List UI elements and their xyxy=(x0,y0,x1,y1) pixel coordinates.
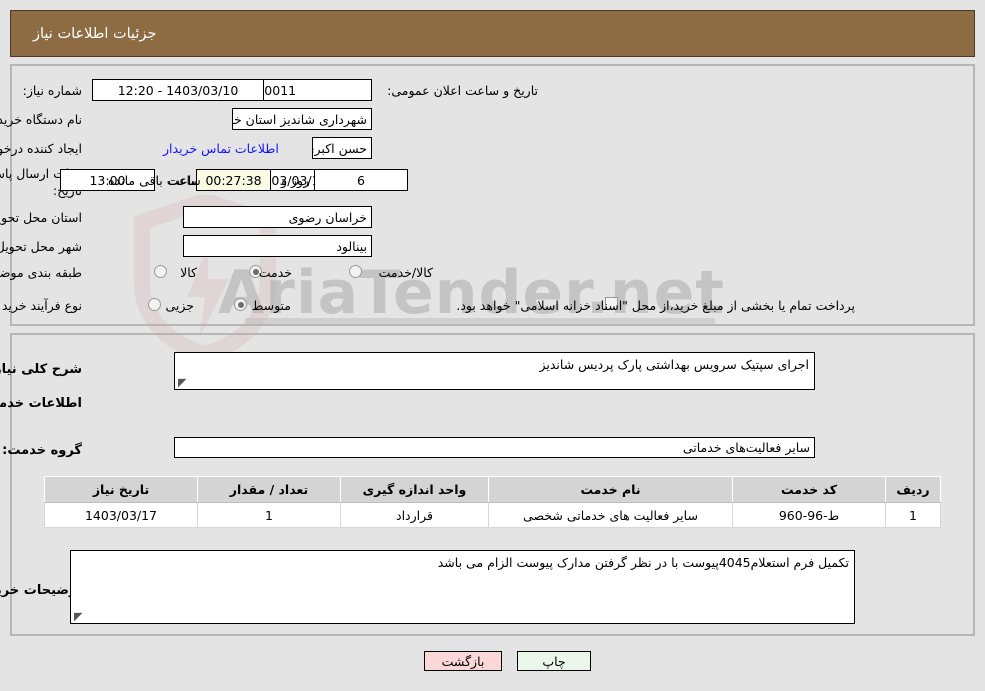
cell-qty: 1 xyxy=(197,502,341,528)
requester-value: حسن اکبری کاربرداز شهرداری شاندیز استان … xyxy=(312,137,372,159)
treasury-bond-text: پرداخت تمام یا بخشی از مبلغ خرید،از محل … xyxy=(456,298,855,313)
cell-code: ط-96-960 xyxy=(732,502,886,528)
category-label: طبقه بندی موضوعی: xyxy=(0,265,82,280)
resize-grip-icon[interactable]: ◥ xyxy=(178,376,188,389)
table-header-row: ردیف کد خدمت نام خدمت واحد اندازه گیری ت… xyxy=(44,476,941,503)
service-group-value: سایر فعالیت‌های خدماتی xyxy=(174,437,815,458)
cell-date: 1403/03/17 xyxy=(44,502,198,528)
page-root: جزئیات اطلاعات نیاز AriaTender.net شماره… xyxy=(0,0,985,691)
need-number-label: شماره نیاز: xyxy=(22,83,82,98)
days-label: روز و xyxy=(281,173,310,188)
general-desc-value: اجرای سپتیک سرویس بهداشتی پارک پردیس شان… xyxy=(539,357,809,372)
cell-unit: قرارداد xyxy=(340,502,489,528)
radio-category-kala[interactable] xyxy=(154,265,167,278)
radio-category-khedmat-label: خدمت xyxy=(258,265,292,280)
radio-category-kala-khedmat-label: کالا/خدمت xyxy=(378,265,433,280)
radio-category-kala-label: کالا xyxy=(180,265,197,280)
buyer-org-label: نام دستگاه خریدار: xyxy=(0,112,82,127)
countdown-timer: 00:27:38 xyxy=(196,169,271,191)
print-button[interactable]: چاپ xyxy=(517,651,591,671)
services-info-heading: اطلاعات خدمات مورد نیاز xyxy=(0,396,82,411)
cell-row: 1 xyxy=(885,502,941,528)
days-value: 6 xyxy=(314,169,408,191)
table-col-qty: تعداد / مقدار xyxy=(197,476,341,503)
page-header: جزئیات اطلاعات نیاز xyxy=(10,10,975,57)
back-button[interactable]: بازگشت xyxy=(424,651,502,671)
buyer-notes-value: تکمیل فرم استعلام4045پیوست با در نظر گرف… xyxy=(437,555,849,570)
buyer-org-value: شهرداری شاندیز استان خراسان رضوی xyxy=(232,108,372,130)
province-label: استان محل تحویل: xyxy=(0,210,82,225)
process-label: نوع فرآیند خرید : xyxy=(0,298,82,313)
radio-category-kala-khedmat[interactable] xyxy=(349,265,362,278)
table-col-code: کد خدمت xyxy=(732,476,886,503)
general-desc-label: شرح کلی نیاز: xyxy=(0,362,82,377)
service-group-label: گروه خدمت: xyxy=(2,443,82,458)
buyer-notes-textarea[interactable]: تکمیل فرم استعلام4045پیوست با در نظر گرف… xyxy=(70,550,855,624)
city-value: بینالود xyxy=(183,235,372,257)
general-desc-textarea[interactable]: اجرای سپتیک سرویس بهداشتی پارک پردیس شان… xyxy=(174,352,815,390)
remaining-hours-label: ساعت باقی مانده xyxy=(108,173,201,188)
table-col-row: ردیف xyxy=(885,476,941,503)
need-summary-panel xyxy=(10,64,975,326)
services-table: ردیف کد خدمت نام خدمت واحد اندازه گیری ت… xyxy=(44,476,941,528)
buyer-contact-link[interactable]: اطلاعات تماس خریدار xyxy=(163,141,279,156)
requester-label: ایجاد کننده درخواست: xyxy=(0,141,82,156)
public-announce-value: 1403/03/10 - 12:20 xyxy=(92,79,264,101)
resize-grip-icon-2[interactable]: ◥ xyxy=(74,610,84,623)
table-col-unit: واحد اندازه گیری xyxy=(340,476,489,503)
table-col-name: نام خدمت xyxy=(488,476,733,503)
city-label: شهر محل تحویل: xyxy=(0,239,82,254)
cell-name: سایر فعالیت های خدماتی شخصی xyxy=(488,502,733,528)
table-row: 1 ط-96-960 سایر فعالیت های خدماتی شخصی ق… xyxy=(44,502,941,528)
province-value: خراسان رضوی xyxy=(183,206,372,228)
public-announce-label: تاریخ و ساعت اعلان عمومی: xyxy=(387,83,538,98)
page-title: جزئیات اطلاعات نیاز xyxy=(33,25,157,42)
table-col-date: تاریخ نیاز xyxy=(44,476,198,503)
